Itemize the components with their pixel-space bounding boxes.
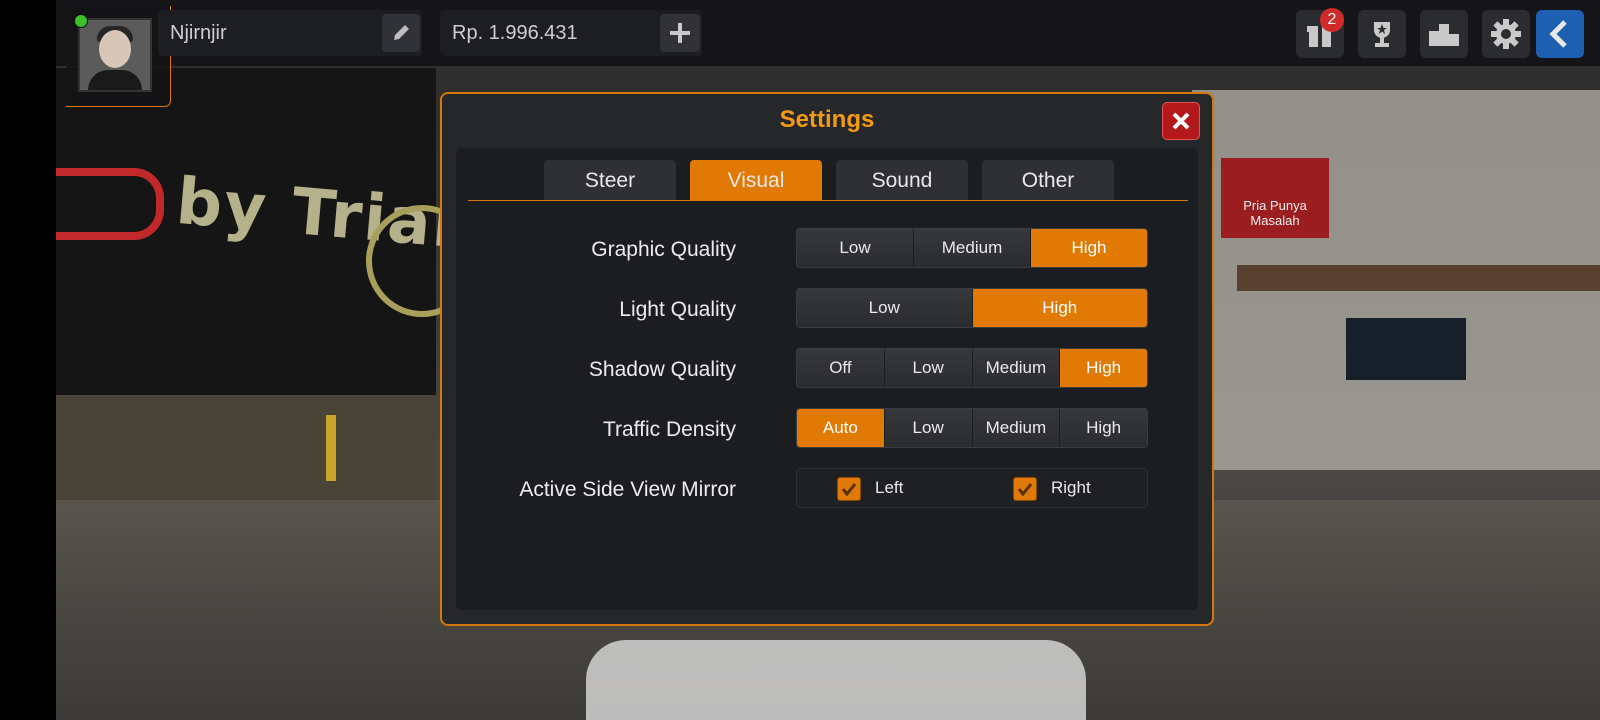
check-icon bbox=[841, 483, 857, 497]
graphic-quality-option[interactable]: Medium bbox=[914, 229, 1031, 267]
light-quality-option-selected[interactable]: High bbox=[972, 289, 1147, 327]
light-quality-selector: Low High bbox=[796, 288, 1148, 328]
dialog-title: Settings bbox=[779, 106, 875, 133]
tab-visual[interactable]: Visual bbox=[690, 160, 822, 200]
edit-name-button[interactable] bbox=[382, 14, 420, 52]
screen-edge bbox=[0, 0, 56, 720]
right-mirror-checkbox[interactable] bbox=[1013, 477, 1037, 501]
light-quality-option[interactable]: Low bbox=[797, 289, 973, 327]
tab-steer[interactable]: Steer bbox=[544, 160, 676, 200]
player-name: Njirnjir bbox=[170, 22, 227, 44]
traffic-density-option[interactable]: Medium bbox=[972, 409, 1061, 447]
close-button[interactable] bbox=[1162, 102, 1200, 140]
shadow-quality-selector: Off Low Medium High bbox=[796, 348, 1148, 388]
side-mirror-options: Left Right bbox=[796, 468, 1148, 508]
avatar-face bbox=[99, 30, 131, 68]
pencil-icon bbox=[394, 25, 409, 40]
leaderboard-button[interactable] bbox=[1420, 10, 1468, 58]
graphic-quality-option[interactable]: Low bbox=[797, 229, 914, 267]
plus-icon bbox=[670, 23, 690, 43]
traffic-density-option[interactable]: Low bbox=[884, 409, 973, 447]
graphic-quality-label: Graphic Quality bbox=[591, 238, 736, 261]
gear-icon bbox=[1491, 19, 1521, 49]
traffic-density-option-selected[interactable]: Auto bbox=[797, 409, 885, 447]
traffic-density-option[interactable]: High bbox=[1060, 409, 1147, 447]
avatar[interactable] bbox=[78, 18, 152, 92]
shadow-quality-option[interactable]: Medium bbox=[972, 349, 1061, 387]
shadow-quality-option-selected[interactable]: High bbox=[1060, 349, 1147, 387]
yellow-pole bbox=[326, 415, 336, 481]
left-mirror-label: Left bbox=[875, 478, 904, 497]
tab-other[interactable]: Other bbox=[982, 160, 1114, 200]
traffic-density-selector: Auto Low Medium High bbox=[796, 408, 1148, 448]
shadow-quality-label: Shadow Quality bbox=[588, 358, 736, 381]
podium-icon bbox=[1429, 24, 1459, 46]
settings-content: Steer Visual Sound Other Graphic Quality… bbox=[456, 148, 1198, 610]
graphic-quality-selector: Low Medium High bbox=[796, 228, 1148, 268]
parked-car bbox=[586, 640, 1086, 720]
shadow-quality-option[interactable]: Low bbox=[884, 349, 973, 387]
back-button[interactable] bbox=[1536, 10, 1584, 58]
check-icon bbox=[1017, 483, 1033, 497]
trophy-button[interactable] bbox=[1358, 10, 1406, 58]
chevron-left-icon bbox=[1549, 20, 1567, 48]
online-status-icon bbox=[74, 14, 88, 28]
left-mirror-checkbox[interactable] bbox=[837, 477, 861, 501]
avatar-shirt bbox=[88, 70, 142, 90]
garage-wall-lower bbox=[56, 395, 436, 505]
money-amount: Rp. 1.996.431 bbox=[452, 22, 578, 44]
side-mirror-label: Active Side View Mirror bbox=[519, 478, 736, 501]
tab-sound[interactable]: Sound bbox=[836, 160, 968, 200]
shadow-quality-option[interactable]: Off bbox=[797, 349, 885, 387]
notification-badge: 2 bbox=[1320, 8, 1344, 32]
light-quality-label: Light Quality bbox=[619, 298, 736, 321]
settings-dialog: Settings Steer Visual Sound Other Graphi… bbox=[440, 92, 1214, 626]
traffic-density-label: Traffic Density bbox=[602, 418, 736, 441]
close-icon bbox=[1172, 112, 1190, 130]
right-mirror-label: Right bbox=[1051, 478, 1091, 497]
settings-button[interactable] bbox=[1482, 10, 1530, 58]
mezzanine-shelf bbox=[1237, 265, 1600, 291]
tab-underline bbox=[468, 200, 1188, 201]
graphic-quality-option-selected[interactable]: High bbox=[1031, 229, 1147, 267]
wall-map-board bbox=[1346, 318, 1466, 380]
wall-logo-shape bbox=[56, 168, 164, 240]
add-money-button[interactable] bbox=[660, 14, 700, 52]
trophy-icon bbox=[1374, 22, 1390, 47]
wall-banner: Pria Punya Masalah bbox=[1221, 158, 1329, 238]
